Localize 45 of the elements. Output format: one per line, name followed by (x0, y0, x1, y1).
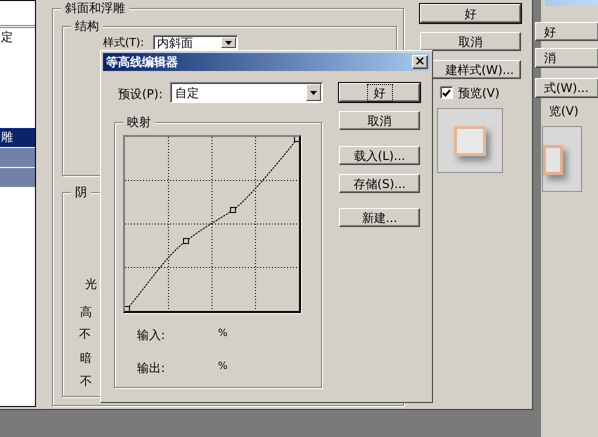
curve-point-handle[interactable] (294, 137, 299, 142)
checkbox-label[interactable]: 览(V) (549, 105, 579, 117)
style-list-item[interactable] (0, 148, 35, 168)
curve-point-handle[interactable] (125, 306, 130, 311)
dialog-button[interactable]: 新建... (339, 208, 420, 227)
field-label: 光 (85, 278, 97, 290)
dialog-button[interactable]: 好 (420, 4, 521, 23)
window-title: 等高线编辑器 (105, 54, 178, 71)
preview-thumbnail (542, 126, 582, 192)
field-label: 输入: (137, 329, 166, 341)
dialog-button[interactable]: 好 (339, 83, 420, 102)
curve-point-handle[interactable] (183, 238, 189, 244)
style-dropdown[interactable]: 内斜面 (153, 35, 238, 50)
dialog-button[interactable]: 式(W)... (535, 78, 598, 98)
dialog-button[interactable]: 消 (535, 48, 598, 68)
field-label: 预设(P): (118, 88, 163, 100)
curve-point-handle[interactable] (230, 207, 236, 213)
close-button[interactable]: × (412, 55, 428, 69)
field-label: 样式(T): (103, 37, 144, 48)
preview-thumbnail (437, 108, 503, 173)
field-label: 不 (79, 328, 91, 340)
field-label: 输出: (137, 362, 166, 374)
style-list-item[interactable]: 雕 (0, 128, 35, 148)
field-label: 高 (80, 306, 92, 318)
field-label: 暗 (80, 352, 92, 364)
preview-checkbox[interactable] (440, 86, 453, 99)
group-title: 映射 (123, 115, 155, 129)
dropdown-value: 自定 (175, 87, 199, 99)
group-title: 结构 (71, 19, 103, 33)
style-list-item[interactable]: 定 (0, 28, 35, 48)
dropdown-value: 内斜面 (157, 37, 193, 49)
dialog-button[interactable]: 存储(S)... (339, 174, 420, 193)
unit-label: % (218, 362, 228, 372)
dialog-button[interactable]: 取消 (420, 32, 521, 51)
unit-label: % (218, 329, 228, 339)
checkbox-label[interactable]: 预览(V) (458, 87, 500, 99)
title-bar (545, 0, 598, 6)
dialog-button[interactable]: 好 (535, 22, 598, 41)
style-list-item[interactable] (0, 168, 35, 188)
field-label: 不 (80, 375, 92, 387)
preset-dropdown[interactable]: 自定 (170, 82, 323, 103)
group-title: 斜面和浮雕 (61, 1, 129, 15)
group-title: 阴 (71, 185, 91, 199)
dialog-button[interactable]: 载入(L)... (339, 146, 420, 165)
dialog-button[interactable]: 取消 (339, 111, 420, 130)
